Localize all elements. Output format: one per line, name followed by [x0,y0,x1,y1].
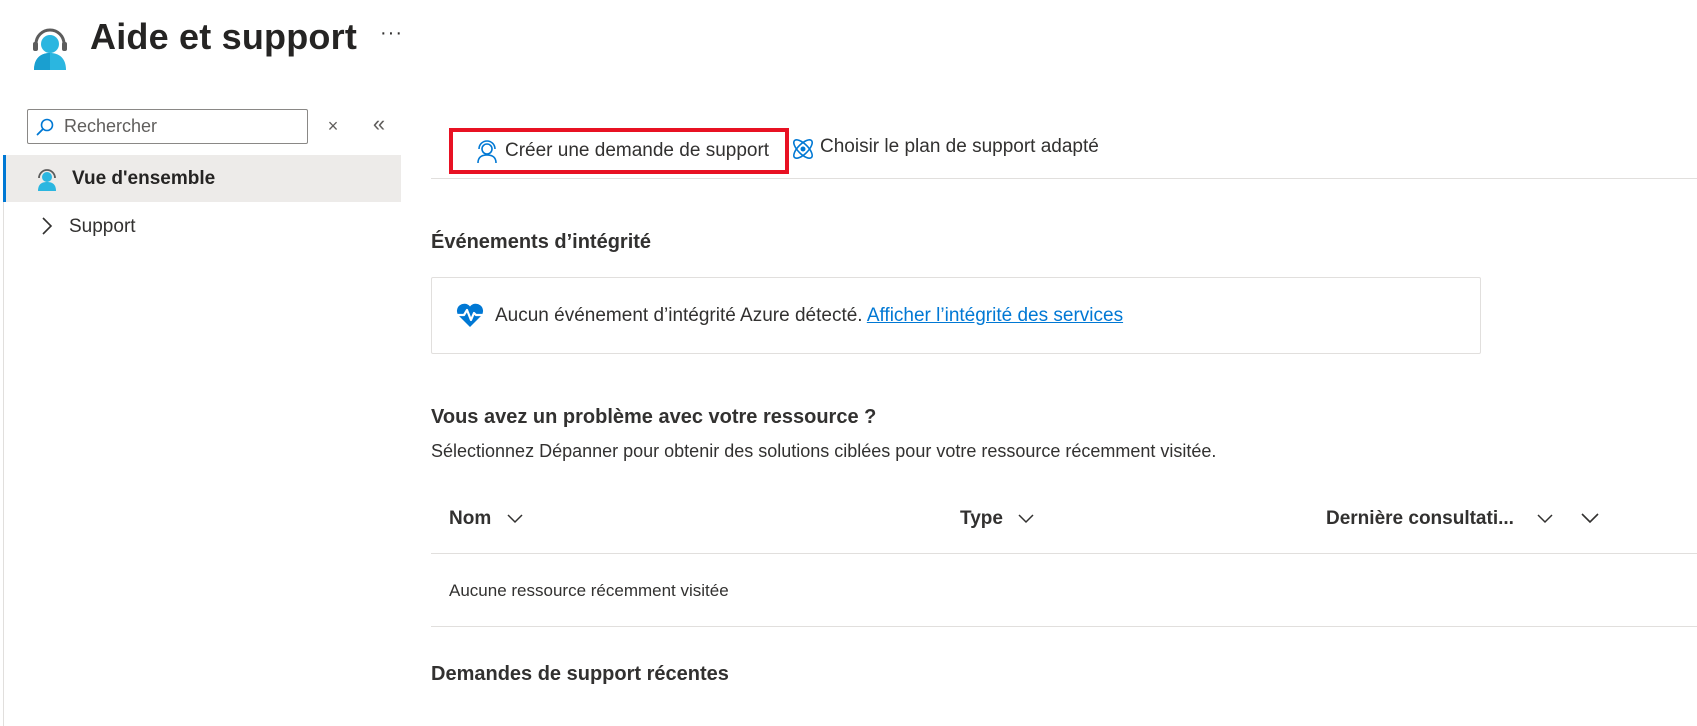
resources-table-header: Nom Type Dernière consultati... [431,500,1697,554]
create-support-request-button[interactable]: Créer une demande de support [449,128,789,174]
resource-problem-title: Vous avez un problème avec votre ressour… [431,406,877,428]
column-header-type[interactable]: Type [960,508,1034,530]
create-support-request-label: Créer une demande de support [505,140,770,161]
page-header: Aide et support ··· [0,0,1697,90]
health-status-text: Aucun événement d’intégrité Azure détect… [495,305,863,326]
health-message: Aucun événement d’intégrité Azure détect… [495,305,1123,327]
choose-support-plan-label: Choisir le plan de support adapté [820,136,1099,157]
sidebar-item-overview[interactable]: Vue d'ensemble [3,155,401,202]
recent-support-requests-title: Demandes de support récentes [431,663,729,685]
sidebar-search[interactable] [27,109,308,144]
support-agent-icon [477,140,497,164]
heart-pulse-icon [456,303,484,327]
column-header-label: Nom [449,508,492,529]
empty-resources-message: Aucune ressource récemment visitée [449,581,729,600]
chevron-down-icon[interactable] [1580,512,1600,526]
table-row-divider [431,626,1697,627]
column-header-name[interactable]: Nom [449,508,523,530]
view-service-health-link[interactable]: Afficher l’intégrité des services [867,305,1123,326]
health-events-title: Événements d’intégrité [431,231,652,253]
column-header-label: Dernière consultati... [1326,508,1514,529]
resource-problem-subtitle: Sélectionnez Dépanner pour obtenir des s… [431,441,1217,461]
chevron-down-icon [506,514,523,524]
collapse-sidebar-button[interactable]: « [367,113,391,137]
chevron-right-icon [42,217,53,235]
chevron-down-icon [1537,514,1553,524]
sidebar-item-label: Support [69,216,136,237]
chevron-down-icon [1018,514,1034,524]
search-input[interactable] [64,110,300,143]
clear-search-button[interactable]: × [323,114,343,138]
support-agent-icon [38,169,56,191]
table-header-divider [431,553,1697,554]
health-events-card: Aucun événement d’intégrité Azure détect… [431,277,1481,354]
choose-support-plan-button[interactable]: Choisir le plan de support adapté [790,128,1120,174]
support-agent-icon [33,28,67,70]
atom-icon [793,139,813,159]
search-icon [36,118,54,136]
column-header-last-viewed[interactable]: Dernière consultati... [1326,508,1553,530]
more-options-button[interactable]: ··· [380,22,403,45]
sidebar-item-label: Vue d'ensemble [72,168,216,189]
page-title: Aide et support [90,16,358,57]
column-header-label: Type [960,508,1003,529]
sidebar-item-support[interactable]: Support [3,205,401,247]
toolbar-divider [431,178,1697,179]
